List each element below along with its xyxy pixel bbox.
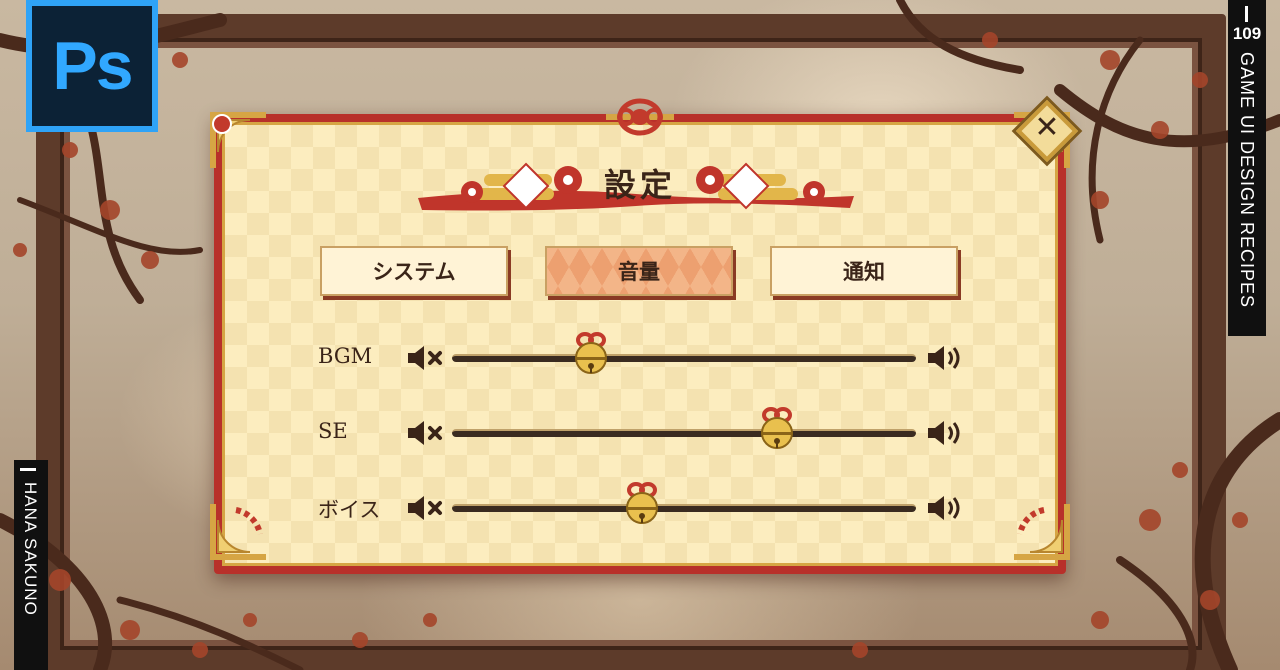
series-number: 109 [1232, 24, 1262, 43]
author-strip: HANA SAKUNO [14, 460, 48, 670]
speaker-mute-icon[interactable] [406, 344, 446, 372]
tab-system[interactable]: システム [320, 246, 508, 296]
bell-handle-icon[interactable] [624, 482, 660, 526]
mizuhiki-knot-ornament [606, 98, 674, 136]
tab-volume[interactable]: 音量 [545, 246, 733, 296]
volume-slider-track-voice[interactable] [452, 504, 916, 512]
dialog-title: 設定 [603, 166, 676, 204]
tab-system-label: システム [372, 259, 456, 284]
series-strip: 109 GAME UI DESIGN RECIPES [1228, 0, 1266, 336]
bell-handle-icon[interactable] [573, 332, 609, 376]
speaker-volume-icon[interactable] [926, 494, 966, 522]
corner-ornament-top-left [210, 112, 266, 168]
author-name: HANA SAKUNO [21, 482, 40, 616]
tab-notification-label: 通知 [843, 259, 885, 284]
corner-ornament-bottom-left [210, 504, 266, 560]
close-x-icon: ✕ [1034, 110, 1060, 145]
slider-label-se: SE [318, 419, 348, 443]
series-strip-bar [1245, 6, 1248, 22]
volume-slider-track-bgm[interactable] [452, 354, 916, 362]
corner-ornament-bottom-right [1014, 504, 1070, 560]
bell-handle-icon[interactable] [759, 407, 795, 451]
photoshop-logo-text: Ps [52, 28, 133, 104]
tab-volume-label: 音量 [618, 259, 660, 284]
speaker-mute-icon[interactable] [406, 494, 446, 522]
author-strip-bar [20, 468, 36, 471]
photoshop-logo: Ps [26, 0, 158, 132]
close-button[interactable]: ✕ [1015, 99, 1079, 163]
speaker-volume-icon[interactable] [926, 344, 966, 372]
volume-slider-track-se[interactable] [452, 429, 916, 437]
tab-notification[interactable]: 通知 [770, 246, 958, 296]
speaker-volume-icon[interactable] [926, 419, 966, 447]
series-title: GAME UI DESIGN RECIPES [1237, 52, 1257, 309]
slider-label-bgm: BGM [318, 344, 373, 368]
speaker-mute-icon[interactable] [406, 419, 446, 447]
slider-label-voice: ボイス [318, 498, 381, 522]
